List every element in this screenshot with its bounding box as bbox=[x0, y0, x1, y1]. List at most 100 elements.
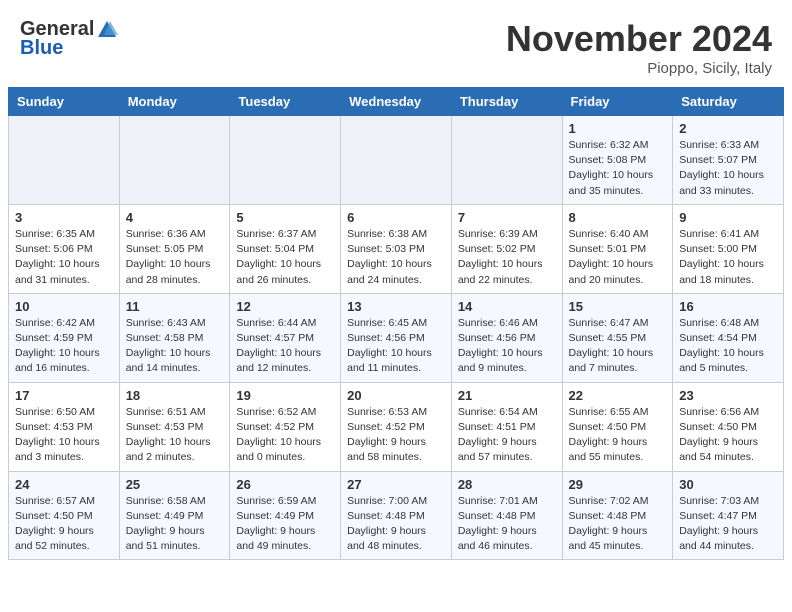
day-number: 1 bbox=[569, 121, 667, 136]
day-number: 24 bbox=[15, 477, 113, 492]
day-number: 17 bbox=[15, 388, 113, 403]
calendar-cell bbox=[9, 116, 120, 205]
calendar-cell bbox=[119, 116, 230, 205]
day-info: Sunrise: 6:46 AM Sunset: 4:56 PM Dayligh… bbox=[458, 316, 556, 377]
calendar-cell: 6Sunrise: 6:38 AM Sunset: 5:03 PM Daylig… bbox=[341, 204, 452, 293]
day-info: Sunrise: 6:48 AM Sunset: 4:54 PM Dayligh… bbox=[679, 316, 777, 377]
calendar-cell: 16 Sunrise: 6:48 AM Sunset: 4:54 PM Dayli… bbox=[673, 293, 784, 382]
calendar-cell: 10Sunrise: 6:42 AM Sunset: 4:59 PM Dayli… bbox=[9, 293, 120, 382]
day-info: Sunrise: 6:39 AM Sunset: 5:02 PM Dayligh… bbox=[458, 227, 556, 288]
calendar-cell bbox=[451, 116, 562, 205]
day-number: 11 bbox=[126, 299, 224, 314]
day-number: 15 bbox=[569, 299, 667, 314]
day-number: 8 bbox=[569, 210, 667, 225]
day-number: 14 bbox=[458, 299, 556, 314]
day-number: 26 bbox=[236, 477, 334, 492]
day-number: 18 bbox=[126, 388, 224, 403]
day-number: 27 bbox=[347, 477, 445, 492]
logo: General Blue bbox=[20, 18, 120, 60]
week-row-2: 10Sunrise: 6:42 AM Sunset: 4:59 PM Dayli… bbox=[9, 293, 784, 382]
day-number: 3 bbox=[15, 210, 113, 225]
day-info: Sunrise: 6:37 AM Sunset: 5:04 PM Dayligh… bbox=[236, 227, 334, 288]
calendar-cell: 11Sunrise: 6:43 AM Sunset: 4:58 PM Dayli… bbox=[119, 293, 230, 382]
day-number: 10 bbox=[15, 299, 113, 314]
day-number: 29 bbox=[569, 477, 667, 492]
day-number: 5 bbox=[236, 210, 334, 225]
calendar-cell: 7 Sunrise: 6:39 AM Sunset: 5:02 PM Daylig… bbox=[451, 204, 562, 293]
day-info: Sunrise: 6:35 AM Sunset: 5:06 PM Dayligh… bbox=[15, 227, 113, 288]
day-number: 4 bbox=[126, 210, 224, 225]
day-header-monday: Monday bbox=[119, 88, 230, 116]
day-info: Sunrise: 6:44 AM Sunset: 4:57 PM Dayligh… bbox=[236, 316, 334, 377]
calendar-cell: 18 Sunrise: 6:51 AM Sunset: 4:53 PM Dayli… bbox=[119, 382, 230, 471]
day-info: Sunrise: 6:55 AM Sunset: 4:50 PM Dayligh… bbox=[569, 405, 667, 466]
calendar-cell bbox=[341, 116, 452, 205]
day-info: Sunrise: 6:41 AM Sunset: 5:00 PM Dayligh… bbox=[679, 227, 777, 288]
day-info: Sunrise: 6:40 AM Sunset: 5:01 PM Dayligh… bbox=[569, 227, 667, 288]
calendar-cell: 19 Sunrise: 6:52 AM Sunset: 4:52 PM Dayli… bbox=[230, 382, 341, 471]
day-header-tuesday: Tuesday bbox=[230, 88, 341, 116]
day-number: 13 bbox=[347, 299, 445, 314]
calendar-wrapper: SundayMondayTuesdayWednesdayThursdayFrid… bbox=[0, 87, 792, 568]
day-info: Sunrise: 7:00 AM Sunset: 4:48 PM Dayligh… bbox=[347, 494, 445, 555]
calendar-table: SundayMondayTuesdayWednesdayThursdayFrid… bbox=[8, 87, 784, 560]
day-info: Sunrise: 6:54 AM Sunset: 4:51 PM Dayligh… bbox=[458, 405, 556, 466]
calendar-cell: 26 Sunrise: 6:59 AM Sunset: 4:49 PM Dayli… bbox=[230, 471, 341, 560]
day-header-wednesday: Wednesday bbox=[341, 88, 452, 116]
logo-blue-text: Blue bbox=[20, 37, 63, 60]
calendar-cell: 27 Sunrise: 7:00 AM Sunset: 4:48 PM Dayli… bbox=[341, 471, 452, 560]
logo-icon bbox=[96, 19, 118, 41]
location: Pioppo, Sicily, Italy bbox=[506, 60, 772, 77]
day-number: 28 bbox=[458, 477, 556, 492]
day-number: 12 bbox=[236, 299, 334, 314]
day-info: Sunrise: 6:47 AM Sunset: 4:55 PM Dayligh… bbox=[569, 316, 667, 377]
calendar-cell: 15 Sunrise: 6:47 AM Sunset: 4:55 PM Dayli… bbox=[562, 293, 673, 382]
day-info: Sunrise: 6:32 AM Sunset: 5:08 PM Dayligh… bbox=[569, 138, 667, 199]
day-info: Sunrise: 7:03 AM Sunset: 4:47 PM Dayligh… bbox=[679, 494, 777, 555]
day-number: 2 bbox=[679, 121, 777, 136]
day-header-thursday: Thursday bbox=[451, 88, 562, 116]
calendar-cell: 28 Sunrise: 7:01 AM Sunset: 4:48 PM Dayli… bbox=[451, 471, 562, 560]
calendar-cell: 9Sunrise: 6:41 AM Sunset: 5:00 PM Daylig… bbox=[673, 204, 784, 293]
day-number: 23 bbox=[679, 388, 777, 403]
day-number: 20 bbox=[347, 388, 445, 403]
day-info: Sunrise: 6:57 AM Sunset: 4:50 PM Dayligh… bbox=[15, 494, 113, 555]
day-info: Sunrise: 7:02 AM Sunset: 4:48 PM Dayligh… bbox=[569, 494, 667, 555]
day-info: Sunrise: 6:59 AM Sunset: 4:49 PM Dayligh… bbox=[236, 494, 334, 555]
month-title: November 2024 bbox=[506, 18, 772, 60]
calendar-cell: 12 Sunrise: 6:44 AM Sunset: 4:57 PM Dayli… bbox=[230, 293, 341, 382]
day-info: Sunrise: 6:50 AM Sunset: 4:53 PM Dayligh… bbox=[15, 405, 113, 466]
day-info: Sunrise: 6:38 AM Sunset: 5:03 PM Dayligh… bbox=[347, 227, 445, 288]
day-number: 22 bbox=[569, 388, 667, 403]
calendar-cell: 1 Sunrise: 6:32 AM Sunset: 5:08 PM Daylig… bbox=[562, 116, 673, 205]
day-info: Sunrise: 7:01 AM Sunset: 4:48 PM Dayligh… bbox=[458, 494, 556, 555]
title-area: November 2024 Pioppo, Sicily, Italy bbox=[506, 18, 772, 77]
day-number: 19 bbox=[236, 388, 334, 403]
calendar-cell: 14 Sunrise: 6:46 AM Sunset: 4:56 PM Dayli… bbox=[451, 293, 562, 382]
calendar-cell: 2Sunrise: 6:33 AM Sunset: 5:07 PM Daylig… bbox=[673, 116, 784, 205]
day-info: Sunrise: 6:36 AM Sunset: 5:05 PM Dayligh… bbox=[126, 227, 224, 288]
calendar-cell: 13 Sunrise: 6:45 AM Sunset: 4:56 PM Dayli… bbox=[341, 293, 452, 382]
calendar-cell: 17 Sunrise: 6:50 AM Sunset: 4:53 PM Dayli… bbox=[9, 382, 120, 471]
calendar-cell: 25 Sunrise: 6:58 AM Sunset: 4:49 PM Dayli… bbox=[119, 471, 230, 560]
week-row-0: 1 Sunrise: 6:32 AM Sunset: 5:08 PM Daylig… bbox=[9, 116, 784, 205]
days-header-row: SundayMondayTuesdayWednesdayThursdayFrid… bbox=[9, 88, 784, 116]
day-number: 25 bbox=[126, 477, 224, 492]
day-info: Sunrise: 6:51 AM Sunset: 4:53 PM Dayligh… bbox=[126, 405, 224, 466]
calendar-cell: 21Sunrise: 6:54 AM Sunset: 4:51 PM Dayli… bbox=[451, 382, 562, 471]
calendar-cell: 5 Sunrise: 6:37 AM Sunset: 5:04 PM Daylig… bbox=[230, 204, 341, 293]
day-info: Sunrise: 6:45 AM Sunset: 4:56 PM Dayligh… bbox=[347, 316, 445, 377]
week-row-1: 3 Sunrise: 6:35 AM Sunset: 5:06 PM Daylig… bbox=[9, 204, 784, 293]
day-number: 7 bbox=[458, 210, 556, 225]
day-number: 16 bbox=[679, 299, 777, 314]
week-row-3: 17 Sunrise: 6:50 AM Sunset: 4:53 PM Dayli… bbox=[9, 382, 784, 471]
day-info: Sunrise: 6:56 AM Sunset: 4:50 PM Dayligh… bbox=[679, 405, 777, 466]
calendar-cell bbox=[230, 116, 341, 205]
day-header-saturday: Saturday bbox=[673, 88, 784, 116]
calendar-cell: 3 Sunrise: 6:35 AM Sunset: 5:06 PM Daylig… bbox=[9, 204, 120, 293]
calendar-cell: 29 Sunrise: 7:02 AM Sunset: 4:48 PM Dayli… bbox=[562, 471, 673, 560]
day-header-sunday: Sunday bbox=[9, 88, 120, 116]
day-info: Sunrise: 6:52 AM Sunset: 4:52 PM Dayligh… bbox=[236, 405, 334, 466]
day-header-friday: Friday bbox=[562, 88, 673, 116]
day-info: Sunrise: 6:58 AM Sunset: 4:49 PM Dayligh… bbox=[126, 494, 224, 555]
